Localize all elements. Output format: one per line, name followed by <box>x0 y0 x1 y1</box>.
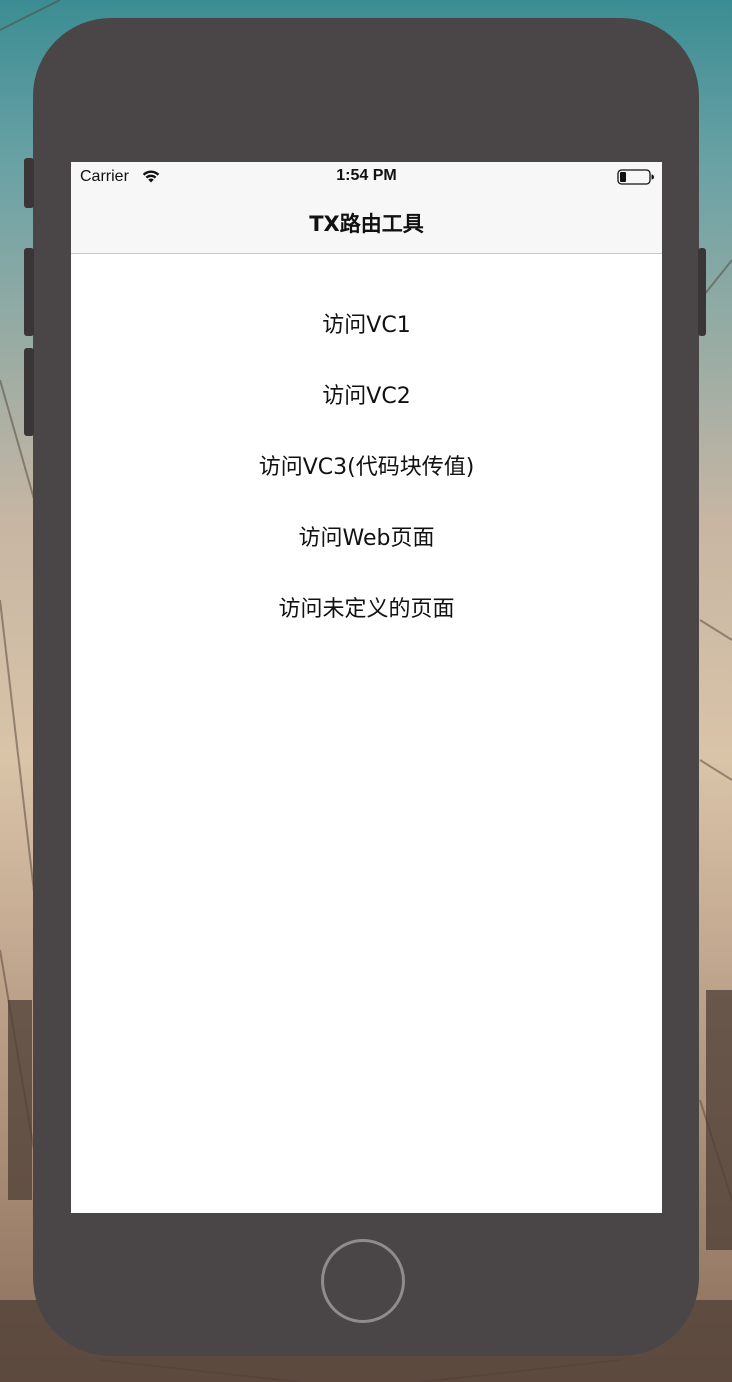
navigation-bar: TX路由工具 <box>71 192 662 254</box>
status-bar: Carrier 1:54 PM <box>71 162 662 192</box>
status-time: 1:54 PM <box>336 167 397 184</box>
volume-down-button <box>24 348 34 436</box>
visit-vc2-button[interactable]: 访问VC2 <box>71 375 662 419</box>
volume-up-button <box>24 248 34 336</box>
visit-undefined-page-button[interactable]: 访问未定义的页面 <box>71 588 662 632</box>
visit-vc3-button[interactable]: 访问VC3(代码块传值) <box>71 446 662 490</box>
visit-vc1-button[interactable]: 访问VC1 <box>71 304 662 348</box>
home-button[interactable] <box>321 1239 405 1323</box>
power-button <box>698 248 706 336</box>
mute-switch <box>24 158 34 208</box>
nav-title: TX路由工具 <box>309 212 424 236</box>
app-screen: Carrier 1:54 PM TX路由工具 访问VC1 访问VC2 访问VC3… <box>71 162 662 1213</box>
battery-icon <box>617 169 654 185</box>
visit-web-page-button[interactable]: 访问Web页面 <box>71 517 662 561</box>
